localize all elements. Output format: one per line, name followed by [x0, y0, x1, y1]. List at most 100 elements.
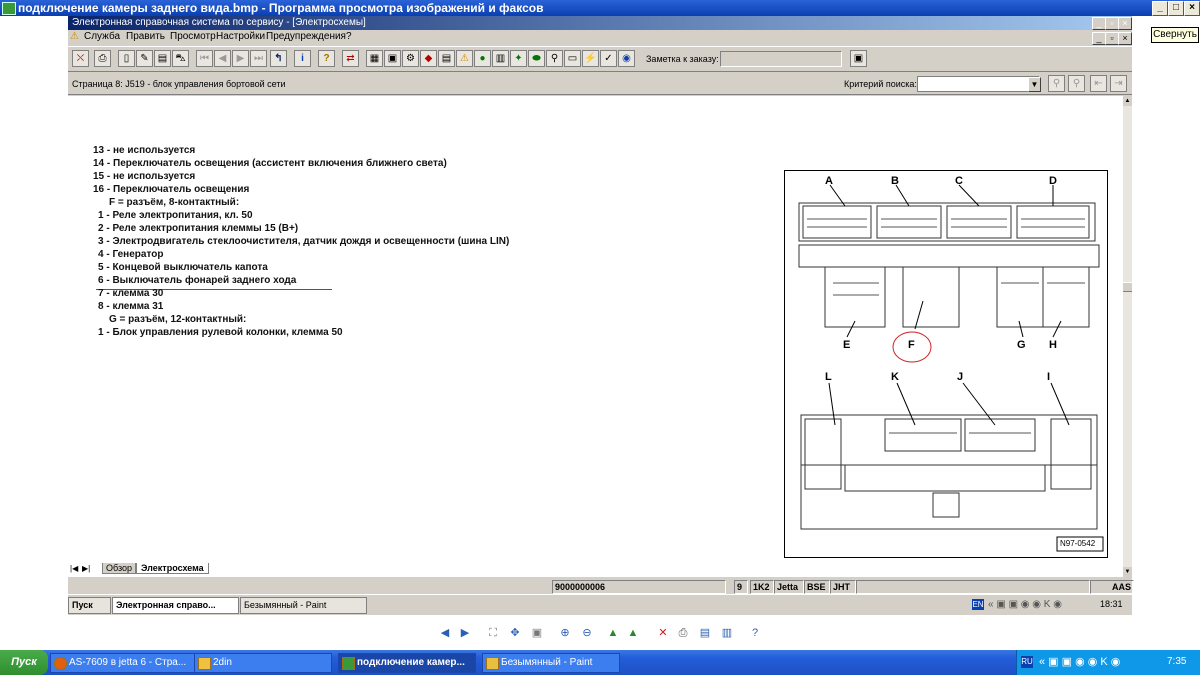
new-document-icon[interactable]: ▯: [118, 50, 135, 67]
save-document-icon[interactable]: ▤: [154, 50, 171, 67]
warning-tool-icon[interactable]: ⚠: [456, 50, 473, 67]
globe-icon[interactable]: ●: [474, 50, 491, 67]
tool-icon-10[interactable]: ▭: [564, 50, 581, 67]
previous-image-icon[interactable]: ◀: [438, 626, 452, 640]
tool-icon-7[interactable]: ✦: [510, 50, 527, 67]
last-page-icon[interactable]: ⏭: [250, 50, 267, 67]
task-image-viewer[interactable]: подключение камер...: [338, 653, 476, 673]
language-indicator[interactable]: RU: [1021, 656, 1033, 668]
menu-service[interactable]: Служба: [84, 31, 120, 42]
minimize-button[interactable]: _: [1152, 1, 1168, 16]
order-note-button[interactable]: ▣: [850, 50, 867, 67]
zoom-in-icon[interactable]: ⊕: [558, 626, 572, 640]
task-browser[interactable]: AS-7609 в jetta 6 - Стра...: [50, 653, 200, 673]
menu-warnings[interactable]: Предупреждения: [266, 31, 346, 42]
next-image-icon[interactable]: ▶: [458, 626, 472, 640]
search-next-icon[interactable]: ⇥: [1110, 75, 1127, 92]
help-icon[interactable]: ?: [318, 50, 335, 67]
start-button[interactable]: Пуск: [0, 650, 48, 675]
exit-icon[interactable]: ⛌: [72, 50, 89, 67]
search-input[interactable]: [917, 76, 1039, 92]
screenshot-tray-icons: « ▣ ▣ ◉ ◉ K ◉: [988, 599, 1062, 610]
scroll-up-arrow-icon[interactable]: ▲: [1123, 96, 1132, 106]
tab-scroll-left-icon[interactable]: |◀: [70, 564, 78, 573]
task-folder[interactable]: 2din: [194, 653, 332, 673]
scroll-thumb[interactable]: [1123, 282, 1132, 292]
tool-icon-5[interactable]: ▤: [438, 50, 455, 67]
tool-icon-4[interactable]: ◆: [420, 50, 437, 67]
menu-view[interactable]: Просмотр: [170, 31, 216, 42]
edit-document-icon[interactable]: ✎: [136, 50, 153, 67]
best-fit-icon[interactable]: ⛶: [486, 626, 500, 640]
task-paint-label: Безымянный - Paint: [501, 657, 593, 668]
tool-icon-8[interactable]: ⬬: [528, 50, 545, 67]
tab-wiring[interactable]: Электросхема: [136, 563, 209, 574]
screenshot-task-service[interactable]: Электронная справо...: [112, 597, 239, 614]
app-title: Электронная справочная система по сервис…: [72, 17, 366, 28]
next-page-icon[interactable]: ▶: [232, 50, 249, 67]
print-icon[interactable]: ⎙: [94, 50, 111, 67]
tool-icon-11[interactable]: ⚡: [582, 50, 599, 67]
tab-overview[interactable]: Обзор: [102, 563, 136, 574]
swap-icon[interactable]: ⇄: [342, 50, 359, 67]
close-button[interactable]: ×: [1184, 1, 1200, 16]
car-icon[interactable]: ⛍: [172, 50, 189, 67]
tool-icon-12[interactable]: ✓: [600, 50, 617, 67]
status-field-empty: [856, 580, 1090, 594]
tool-icon-13[interactable]: ◉: [618, 50, 635, 67]
menu-help[interactable]: ?: [346, 31, 352, 42]
search-prev-icon[interactable]: ⇤: [1090, 75, 1107, 92]
rotate-counterclockwise-icon[interactable]: ▲: [626, 626, 640, 640]
print-image-icon[interactable]: ⎙: [676, 626, 690, 640]
status-field-6: AAS: [1090, 580, 1134, 594]
help-circle-icon[interactable]: ?: [748, 626, 762, 640]
app-minimize-button[interactable]: _: [1092, 17, 1106, 30]
doc-close-button[interactable]: ×: [1118, 32, 1132, 45]
text-line: 4 - Генератор: [98, 249, 164, 260]
search-tool-icon-1[interactable]: ⚲: [1048, 75, 1065, 92]
first-page-icon[interactable]: ⏮: [196, 50, 213, 67]
text-line: 16 - Переключатель освещения: [93, 184, 250, 195]
text-line: 14 - Переключатель освещения (ассистент …: [93, 158, 447, 169]
diagram-label-c: C: [955, 175, 963, 187]
maximize-button[interactable]: □: [1168, 1, 1184, 16]
info-icon[interactable]: i: [294, 50, 311, 67]
tool-icon-9[interactable]: ⚲: [546, 50, 563, 67]
actual-size-icon[interactable]: ✥: [508, 626, 522, 640]
search-tool-icon-2[interactable]: ⚲: [1068, 75, 1085, 92]
slideshow-icon[interactable]: ▣: [530, 626, 544, 640]
screenshot-start-button[interactable]: Пуск: [68, 597, 111, 614]
status-field-3: Jetta: [774, 580, 804, 594]
screenshot-lang-indicator[interactable]: EN: [972, 599, 984, 610]
tab-bar: |◀ ▶| Обзор Электросхема: [68, 563, 1132, 575]
screenshot-task-paint[interactable]: Безымянный - Paint: [240, 597, 367, 614]
back-icon[interactable]: ↰: [270, 50, 287, 67]
tool-icon-2[interactable]: ▣: [384, 50, 401, 67]
doc-restore-button[interactable]: ▫: [1105, 32, 1119, 45]
viewer-toolbar: ◀ ▶ ⛶ ✥ ▣ ⊕ ⊖ ▲ ▲ ✕ ⎙ ▤ ▥ ?: [0, 616, 1200, 650]
task-paint[interactable]: Безымянный - Paint: [482, 653, 620, 673]
search-dropdown-button[interactable]: ▼: [1028, 77, 1041, 92]
connector-heading-g: G = разъём, 12-контактный:: [109, 314, 247, 325]
prev-page-icon[interactable]: ◀: [214, 50, 231, 67]
save-copy-icon[interactable]: ▤: [698, 626, 712, 640]
tool-icon-3[interactable]: ⚙: [402, 50, 419, 67]
tool-icon-1[interactable]: ▦: [366, 50, 383, 67]
app-close-button[interactable]: ×: [1118, 17, 1132, 30]
diagram-label-k: K: [891, 371, 899, 383]
tab-scroll-right-icon[interactable]: ▶|: [82, 564, 90, 573]
open-for-editing-icon[interactable]: ▥: [720, 626, 734, 640]
tool-icon-6[interactable]: ▥: [492, 50, 509, 67]
clock: 7:35: [1167, 656, 1187, 667]
doc-minimize-button[interactable]: _: [1092, 32, 1106, 45]
task-folder-label: 2din: [213, 657, 232, 668]
vertical-scrollbar[interactable]: ▲ ▼: [1123, 96, 1132, 577]
delete-icon[interactable]: ✕: [656, 626, 670, 640]
menu-edit[interactable]: Править: [126, 31, 165, 42]
rotate-clockwise-icon[interactable]: ▲: [606, 626, 620, 640]
menu-settings[interactable]: Настройки: [216, 31, 265, 42]
app-restore-button[interactable]: ▫: [1105, 17, 1119, 30]
zoom-out-icon[interactable]: ⊖: [580, 626, 594, 640]
diagram-label-e: E: [843, 339, 851, 351]
order-note-input[interactable]: [720, 51, 842, 67]
